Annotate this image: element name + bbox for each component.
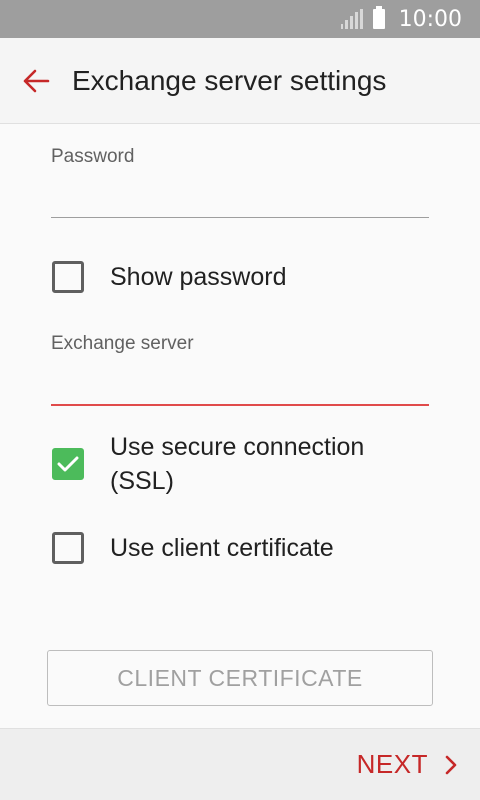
checkmark-icon [57, 456, 79, 472]
back-arrow-icon[interactable] [0, 38, 72, 124]
password-label: Password [51, 146, 135, 167]
client-certificate-checkbox[interactable] [52, 532, 84, 564]
chevron-right-icon [445, 755, 457, 774]
secure-connection-checkbox-row[interactable]: Use secure connection (SSL) [52, 430, 432, 498]
battery-icon [372, 6, 385, 29]
next-button[interactable]: NEXT [357, 749, 458, 780]
signal-icon [340, 9, 363, 29]
secure-connection-checkbox[interactable] [52, 448, 84, 480]
secure-connection-label: Use secure connection (SSL) [110, 430, 364, 498]
next-label: NEXT [356, 749, 428, 779]
status-time: 10:00 [398, 6, 462, 32]
password-input[interactable] [51, 178, 429, 218]
bottom-bar: NEXT [0, 728, 480, 800]
show-password-checkbox[interactable] [52, 261, 84, 293]
client-certificate-label: Use client certificate [110, 534, 334, 562]
show-password-checkbox-row[interactable]: Show password [52, 260, 432, 294]
app-bar: Exchange server settings [0, 38, 480, 124]
secure-connection-label-line1: Use secure connection [110, 433, 365, 461]
page-title: Exchange server settings [72, 64, 387, 96]
client-certificate-button[interactable]: CLIENT CERTIFICATE [47, 650, 433, 706]
exchange-server-label: Exchange server [51, 333, 194, 354]
show-password-label: Show password [110, 263, 287, 291]
status-bar: 10:00 [0, 0, 480, 38]
secure-connection-label-line2: (SSL) [110, 467, 174, 495]
client-certificate-checkbox-row[interactable]: Use client certificate [52, 531, 432, 565]
exchange-server-input[interactable] [51, 366, 429, 406]
settings-form: Password Show password Exchange server U… [0, 124, 480, 728]
